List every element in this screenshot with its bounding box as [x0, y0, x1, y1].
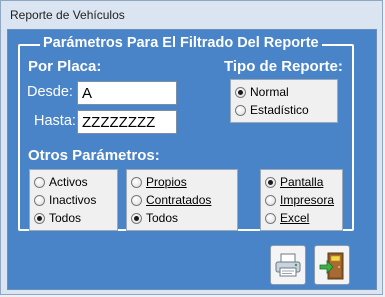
print-button[interactable]: [270, 245, 306, 285]
radio-impresora-label: Impresora: [280, 193, 335, 207]
radio-propios-dot[interactable]: [131, 176, 142, 188]
title-bar[interactable]: Reporte de Vehículos: [1, 1, 382, 28]
radio-impresora-dot[interactable]: [265, 194, 276, 206]
radio-normal[interactable]: Normal: [235, 84, 289, 100]
radio-activos-label: Activos: [49, 175, 88, 189]
radio-todos-propiedad-dot[interactable]: [131, 212, 142, 224]
radio-todos-estado-label: Todos: [49, 211, 82, 225]
hasta-input[interactable]: [77, 110, 177, 134]
radio-inactivos[interactable]: Inactivos: [34, 192, 96, 208]
otros-parametros-heading: Otros Parámetros:: [28, 147, 160, 164]
tipo-reporte-panel: Normal Estadístico: [230, 79, 338, 123]
groupbox-title: Parámetros Para El Filtrado Del Reporte: [40, 35, 322, 51]
radio-normal-label: Normal: [250, 85, 289, 99]
radio-todos-estado-dot[interactable]: [34, 212, 45, 224]
por-placa-heading: Por Placa:: [28, 58, 102, 75]
window-title: Reporte de Vehículos: [10, 8, 125, 22]
report-window: Reporte de Vehículos Parámetros Para El …: [0, 0, 383, 295]
radio-normal-dot[interactable]: [235, 86, 246, 98]
radio-contratados-dot[interactable]: [131, 194, 142, 206]
printer-icon: [274, 251, 302, 284]
salida-panel: Pantalla Impresora Excel: [260, 169, 343, 231]
radio-todos-propiedad-label: Todos: [146, 211, 179, 225]
exit-door-icon: [318, 251, 346, 286]
radio-activos-dot[interactable]: [34, 176, 45, 188]
form-area: Parámetros Para El Filtrado Del Reporte …: [7, 29, 377, 290]
radio-estadistico-label: Estadístico: [250, 103, 309, 117]
desde-label: Desde:: [27, 84, 73, 100]
radio-pantalla[interactable]: Pantalla: [265, 174, 323, 190]
radio-todos-estado[interactable]: Todos: [34, 210, 81, 226]
estado-panel: Activos Inactivos Todos: [29, 169, 118, 231]
radio-inactivos-label: Inactivos: [49, 193, 97, 207]
desde-input[interactable]: [77, 81, 177, 105]
exit-button[interactable]: [314, 245, 350, 285]
radio-activos[interactable]: Activos: [34, 174, 88, 190]
propiedad-panel: Propios Contratados Todos: [126, 169, 238, 231]
filter-groupbox: Parámetros Para El Filtrado Del Reporte …: [18, 35, 354, 231]
radio-impresora[interactable]: Impresora: [265, 192, 334, 208]
tipo-reporte-heading: Tipo de Reporte:: [224, 58, 343, 75]
radio-inactivos-dot[interactable]: [34, 194, 45, 206]
radio-estadistico[interactable]: Estadístico: [235, 102, 309, 118]
radio-propios[interactable]: Propios: [131, 174, 187, 190]
radio-pantalla-dot[interactable]: [265, 176, 276, 188]
radio-propios-label: Propios: [146, 175, 187, 189]
hasta-label: Hasta:: [34, 113, 76, 129]
radio-estadistico-dot[interactable]: [235, 104, 246, 116]
radio-excel[interactable]: Excel: [265, 210, 309, 226]
radio-contratados-label: Contratados: [146, 193, 212, 207]
radio-excel-label: Excel: [280, 211, 310, 225]
radio-excel-dot[interactable]: [265, 212, 276, 224]
radio-pantalla-label: Pantalla: [280, 175, 324, 189]
radio-todos-propiedad[interactable]: Todos: [131, 210, 178, 226]
radio-contratados[interactable]: Contratados: [131, 192, 211, 208]
